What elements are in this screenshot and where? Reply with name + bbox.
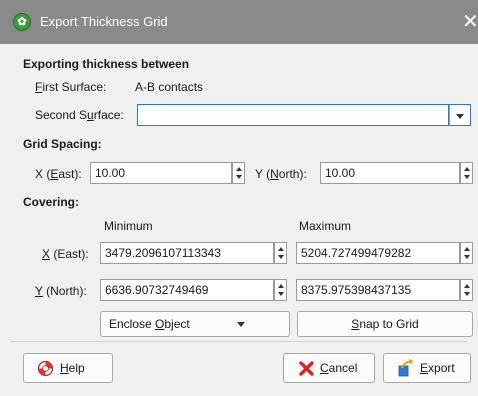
covering-heading: Covering: [23, 195, 80, 209]
spin-down-icon [464, 255, 470, 259]
maximum-column-header: Maximum [299, 219, 352, 233]
title-bar: ✿ Export Thickness Grid ✕ [0, 0, 478, 44]
spin-down-icon [278, 255, 284, 259]
covering-y-min-spinner[interactable] [274, 279, 287, 301]
spin-up-icon [278, 247, 284, 251]
covering-x-label: X (East): [42, 247, 89, 261]
grid-spacing-heading: Grid Spacing: [23, 137, 102, 151]
export-arrow-icon [398, 359, 414, 377]
leapfrog-app-icon: ✿ [13, 13, 31, 31]
window-title: Export Thickness Grid [40, 14, 168, 29]
spacing-x-label: X (East): [35, 167, 82, 181]
covering-x-min-input[interactable]: 3479.2096107113343 [100, 242, 274, 264]
covering-y-max-spinner[interactable] [460, 279, 473, 301]
spacing-y-input[interactable]: 10.00 [320, 162, 460, 184]
spacing-y-label: Y (North): [255, 167, 307, 181]
cancel-x-icon [299, 361, 314, 376]
spin-up-icon [236, 167, 242, 171]
spacing-y-spinner[interactable] [460, 162, 473, 184]
enclose-object-button[interactable]: Enclose Object [100, 311, 290, 337]
spin-down-icon [278, 292, 284, 296]
covering-x-min-spinner[interactable] [274, 242, 287, 264]
spin-up-icon [464, 284, 470, 288]
covering-x-max-input[interactable]: 5204.727499479282 [296, 242, 460, 264]
second-surface-label: Second Surface: [35, 108, 124, 122]
spacing-x-spinner[interactable] [232, 162, 245, 184]
spacing-x-input[interactable]: 10.00 [90, 162, 232, 184]
spin-up-icon [278, 284, 284, 288]
first-surface-value: A-B contacts [135, 80, 204, 94]
covering-x-max-spinner[interactable] [460, 242, 473, 264]
chevron-down-icon [456, 114, 464, 119]
chevron-down-icon [237, 322, 245, 327]
exporting-heading: Exporting thickness between [23, 57, 190, 71]
minimum-column-header: Minimum [104, 219, 153, 233]
export-button[interactable]: Export [383, 353, 471, 383]
covering-y-min-input[interactable]: 6636.90732749469 [100, 279, 274, 301]
second-surface-combobox[interactable] [137, 104, 449, 126]
first-surface-label: First Surface: [35, 80, 107, 94]
spin-down-icon [464, 175, 470, 179]
covering-y-label: Y (North): [35, 284, 87, 298]
footer-divider [11, 341, 467, 342]
spin-down-icon [464, 292, 470, 296]
snap-to-grid-button[interactable]: Snap to Grid [297, 311, 473, 337]
close-icon[interactable]: ✕ [462, 9, 478, 34]
spin-down-icon [236, 175, 242, 179]
spin-up-icon [464, 247, 470, 251]
help-button[interactable]: Help [23, 353, 113, 383]
lifebuoy-help-icon [37, 360, 54, 377]
cancel-button[interactable]: Cancel [283, 353, 375, 383]
spin-up-icon [464, 167, 470, 171]
covering-y-max-input[interactable]: 8375.975398437135 [296, 279, 460, 301]
second-surface-dropdown-button[interactable] [449, 104, 471, 126]
